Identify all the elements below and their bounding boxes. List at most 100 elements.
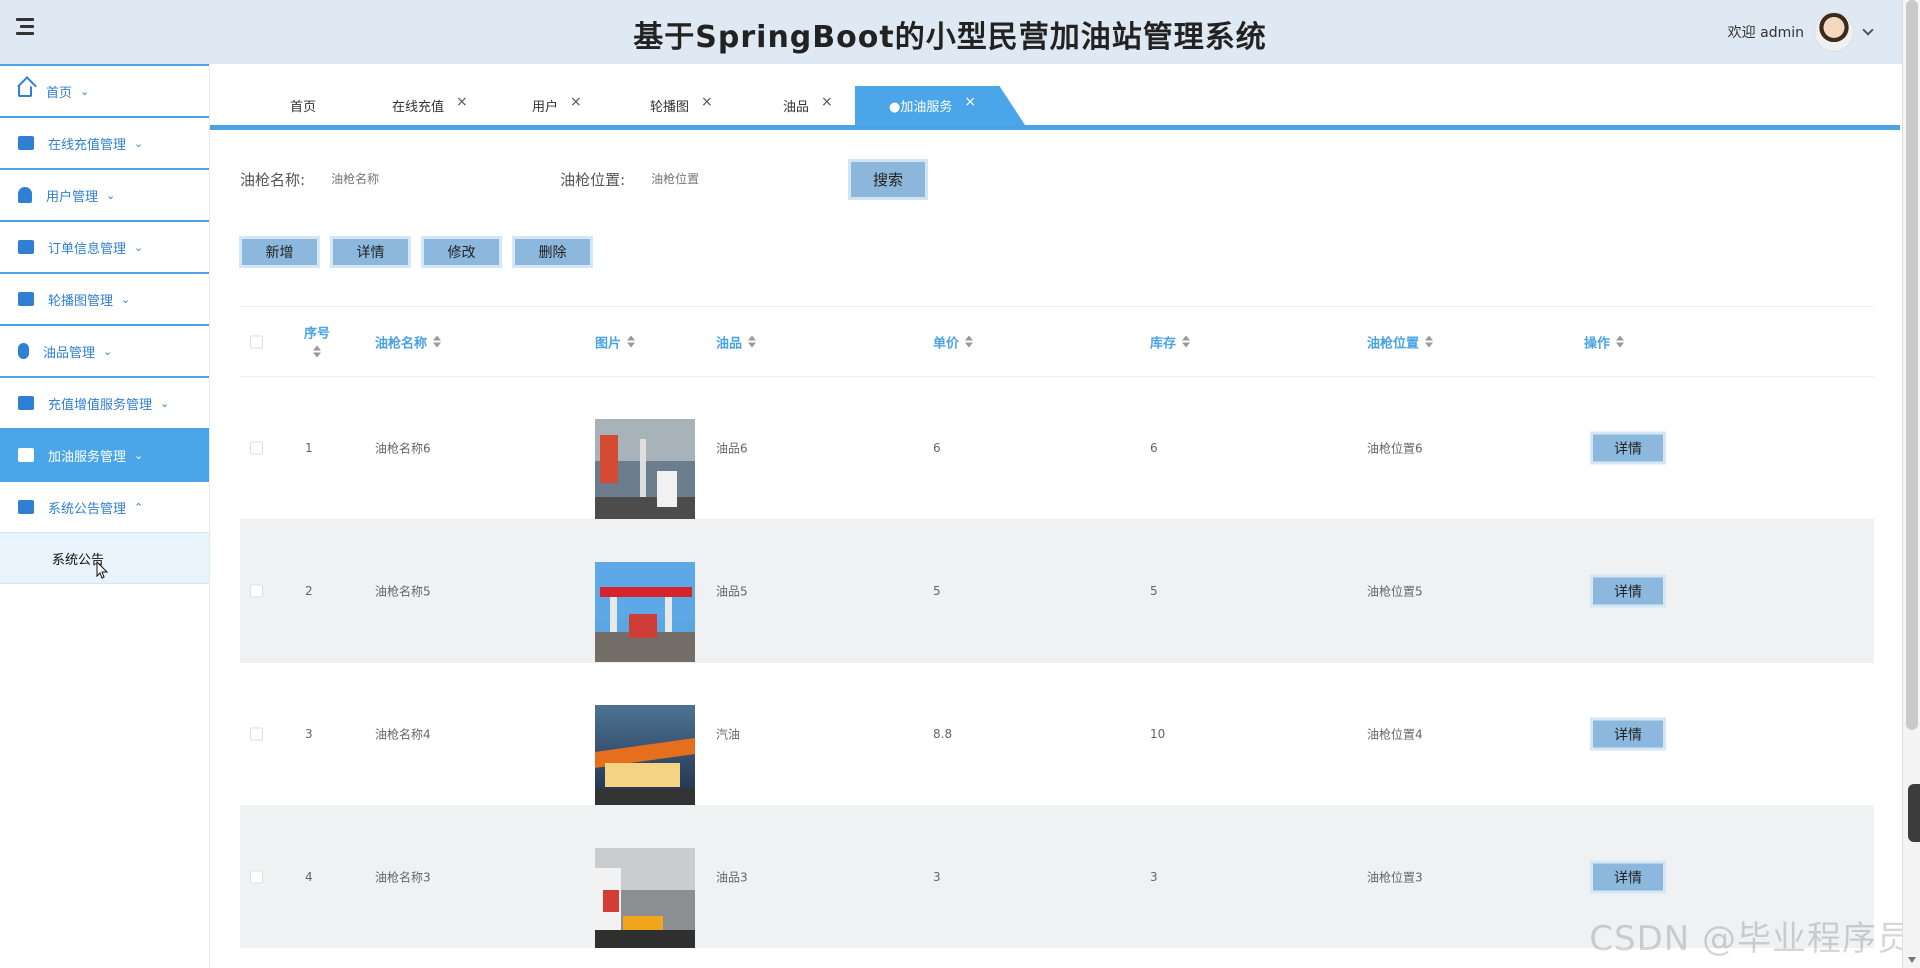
row-detail-button[interactable]: 详情	[1590, 860, 1666, 894]
close-icon[interactable]: ×	[964, 94, 976, 110]
chevron-up-icon: ⌃	[134, 500, 144, 514]
edit-button[interactable]: 修改	[421, 236, 502, 268]
sidebar-item-oils[interactable]: 油品管理 ⌄	[0, 324, 209, 376]
gun-name-label: 油枪名称:	[240, 170, 306, 189]
row-checkbox[interactable]	[250, 584, 263, 598]
chevron-down-icon: ⌄	[103, 344, 113, 358]
close-icon[interactable]: ×	[570, 94, 582, 110]
chevron-down-icon: ⌄	[80, 84, 90, 98]
gun-name-cell: 油枪名称3	[375, 870, 431, 885]
data-table: 序号 油枪名称 图片 油品 单价 库存 油枪位置 操作 1 油枪名称6 油品6 …	[240, 306, 1874, 948]
sidebar-item-recharge[interactable]: 在线充值管理 ⌄	[0, 116, 209, 168]
row-detail-button[interactable]: 详情	[1590, 717, 1666, 751]
chevron-down-icon: ⌄	[160, 396, 170, 410]
mouse-pointer-icon	[96, 561, 108, 579]
action-toolbar: 新增 详情 修改 删除	[239, 236, 593, 268]
column-header-actions[interactable]: 操作	[1584, 332, 1625, 351]
chevron-down-icon[interactable]	[1862, 24, 1874, 36]
user-menu[interactable]: 欢迎 admin	[1728, 10, 1874, 54]
row-detail-button[interactable]: 详情	[1590, 574, 1666, 608]
delete-button[interactable]: 删除	[512, 236, 593, 268]
sidebar-item-carousel[interactable]: 轮播图管理 ⌄	[0, 272, 209, 324]
location-cell: 油枪位置6	[1367, 441, 1423, 456]
user-icon	[18, 187, 32, 203]
detail-button[interactable]: 详情	[330, 236, 411, 268]
toolbox-icon	[18, 448, 34, 462]
columns-icon	[18, 396, 34, 410]
sort-icon[interactable]	[313, 345, 321, 357]
column-header-label: 油枪位置	[1367, 336, 1420, 351]
sidebar-item-users[interactable]: 用户管理 ⌄	[0, 168, 209, 220]
chevron-down-icon: ⌄	[134, 448, 144, 462]
column-header-label: 操作	[1584, 336, 1611, 351]
tab-fuel-service[interactable]: ●加油服务 ×	[855, 86, 1025, 125]
sort-icon[interactable]	[1425, 335, 1434, 348]
row-checkbox[interactable]	[250, 870, 263, 884]
sort-icon[interactable]	[965, 335, 974, 348]
column-header-label: 油枪名称	[375, 336, 428, 351]
sidebar-item-label: 在线充值管理	[48, 137, 127, 153]
oil-cell: 汽油	[716, 727, 741, 742]
row-index: 4	[305, 870, 313, 884]
search-form: 油枪名称: 油枪位置:	[240, 157, 847, 201]
column-header-oil[interactable]: 油品	[716, 332, 757, 351]
close-icon[interactable]: ×	[821, 94, 833, 110]
sidebar: 首页 ⌄ 在线充值管理 ⌄ 用户管理 ⌄ 订单信息管理 ⌄ 轮播图管理 ⌄ 油品管理 ⌄ 充…	[0, 64, 210, 968]
sidebar-item-value-added[interactable]: 充值增值服务管理 ⌄	[0, 376, 209, 428]
avatar[interactable]	[1814, 12, 1854, 52]
column-header-gun-name[interactable]: 油枪名称	[375, 332, 442, 351]
oil-cell: 油品5	[716, 584, 748, 599]
sort-icon[interactable]	[1616, 335, 1625, 348]
side-tool-handle[interactable]	[1908, 784, 1920, 842]
chevron-down-icon: ⌄	[134, 240, 144, 254]
sidebar-item-fuel-service[interactable]: 加油服务管理 ⌄	[0, 428, 209, 480]
mouse-icon	[18, 343, 29, 359]
row-detail-button[interactable]: 详情	[1590, 431, 1666, 465]
column-header-label: 图片	[595, 336, 622, 351]
tab-carousel[interactable]: 轮播图 ×	[650, 86, 713, 125]
sidebar-subitem-announcement[interactable]: 系统公告	[0, 532, 209, 584]
sort-icon[interactable]	[433, 335, 442, 348]
gun-name-input[interactable]	[331, 161, 527, 197]
column-header-index[interactable]: 序号	[304, 322, 330, 361]
close-icon[interactable]: ×	[456, 94, 468, 110]
stock-cell: 10	[1150, 727, 1166, 741]
sort-icon[interactable]	[1182, 335, 1191, 348]
add-button[interactable]: 新增	[239, 236, 320, 268]
car-icon	[18, 500, 34, 514]
gun-location-input[interactable]	[651, 161, 847, 197]
tab-users[interactable]: 用户 ×	[532, 86, 582, 125]
row-checkbox[interactable]	[250, 727, 263, 741]
sidebar-item-announcements[interactable]: 系统公告管理 ⌃	[0, 480, 209, 532]
search-button[interactable]: 搜索	[848, 159, 928, 200]
briefcase-icon	[18, 136, 34, 150]
sidebar-item-home[interactable]: 首页 ⌄	[0, 64, 209, 116]
oil-cell: 油品6	[716, 441, 748, 456]
column-header-location[interactable]: 油枪位置	[1367, 332, 1434, 351]
watermark: CSDN @毕业程序员	[1589, 919, 1912, 959]
sort-icon[interactable]	[748, 335, 757, 348]
chevron-down-icon: ⌄	[106, 188, 116, 202]
column-header-image[interactable]: 图片	[595, 332, 636, 351]
scroll-down-arrow-icon[interactable]	[1908, 957, 1916, 963]
tab-oils[interactable]: 油品 ×	[783, 86, 833, 125]
tab-recharge[interactable]: 在线充值 ×	[392, 86, 468, 125]
stock-cell: 5	[1150, 584, 1158, 598]
column-header-price[interactable]: 单价	[933, 332, 974, 351]
scrollbar-thumb[interactable]	[1906, 0, 1918, 730]
sort-icon[interactable]	[627, 335, 636, 348]
sidebar-item-orders[interactable]: 订单信息管理 ⌄	[0, 220, 209, 272]
row-checkbox[interactable]	[250, 441, 263, 455]
select-all-checkbox[interactable]	[250, 335, 263, 348]
tab-home[interactable]: 首页	[290, 86, 316, 125]
gun-name-cell: 油枪名称4	[375, 727, 431, 742]
column-header-label: 单价	[933, 336, 960, 351]
stock-cell: 3	[1150, 870, 1158, 884]
tab-bar: 首页 在线充值 × 用户 × 轮播图 × 油品 × ●加油服务 ×	[210, 64, 1900, 130]
fuel-station-image	[595, 419, 695, 519]
column-header-stock[interactable]: 库存	[1150, 332, 1191, 351]
close-icon[interactable]: ×	[701, 94, 713, 110]
fuel-station-image	[595, 705, 695, 805]
column-header-label: 序号	[304, 326, 331, 341]
price-cell: 3	[933, 870, 941, 884]
